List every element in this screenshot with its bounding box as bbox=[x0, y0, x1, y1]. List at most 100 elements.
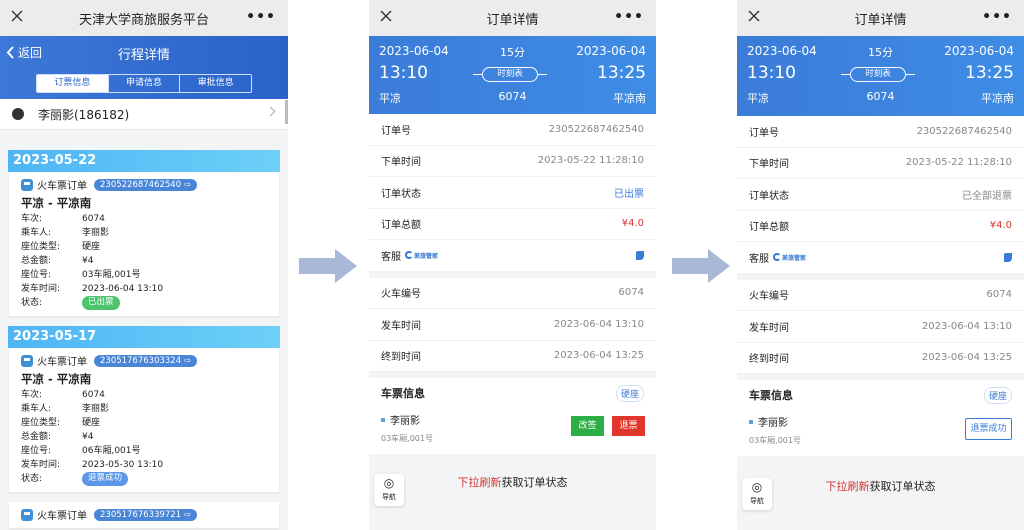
scrollbar[interactable] bbox=[285, 100, 288, 124]
refresh-hint-text: 获取订单状态 bbox=[869, 480, 936, 493]
change-ticket-button[interactable]: 改签 bbox=[571, 416, 604, 436]
train-info-section: 火车编号 6074 发车时间 2023-06-04 13:10 终到时间 2023-0… bbox=[737, 279, 1024, 374]
tab-application-info[interactable]: 申请信息 bbox=[107, 75, 180, 92]
refund-status-button[interactable]: 退票成功 bbox=[965, 418, 1012, 440]
schedule-button[interactable]: 时刻表 bbox=[850, 67, 906, 82]
row-value: 6074 bbox=[618, 287, 644, 299]
section-title: 车票信息 bbox=[749, 389, 793, 402]
order-number-badge[interactable]: 230517676339721 ⇨ bbox=[94, 508, 197, 521]
order-number: 230517676303324 bbox=[100, 355, 182, 366]
service-logo-text: 差旅管家 bbox=[414, 252, 439, 260]
row-label: 客服 bbox=[381, 251, 401, 263]
ticket-info-header: 车票信息 硬座 bbox=[737, 380, 1024, 410]
order-number-badge[interactable]: 230517676303324 ⇨ bbox=[94, 354, 197, 367]
order-card[interactable]: 火车票订单 230517676303324 ⇨ 平凉 - 平凉南 车次: 6074… bbox=[9, 348, 279, 492]
field-label: 发车时间: bbox=[21, 284, 61, 294]
phone-icon[interactable] bbox=[1004, 252, 1012, 262]
close-icon[interactable] bbox=[379, 9, 393, 23]
passenger-name: 李丽影(186182) bbox=[38, 107, 130, 122]
nav-label: 导航 bbox=[750, 497, 764, 505]
field-label: 座位号: bbox=[21, 446, 52, 456]
field-value: 6074 bbox=[82, 214, 105, 224]
footer: 下拉刷新获取订单状态 ◎ 导航 bbox=[737, 460, 1024, 530]
row-label: 火车编号 bbox=[749, 291, 789, 303]
order-card[interactable]: 火车票订单 230517676339721 ⇨ bbox=[9, 502, 279, 528]
row-label: 下单时间 bbox=[381, 157, 421, 169]
arrival-time-row: 终到时间 2023-06-04 13:25 bbox=[737, 343, 1024, 374]
field-label: 总金额: bbox=[21, 432, 52, 442]
field-value: 2023-05-30 13:10 bbox=[82, 460, 164, 470]
nav-button[interactable]: ◎ 导航 bbox=[374, 474, 404, 506]
departure-time-row: 发车时间 2023-06-04 13:10 bbox=[737, 311, 1024, 343]
customer-service-row[interactable]: 客服 差旅管家 bbox=[369, 240, 656, 272]
page-title: 订单详情 bbox=[854, 12, 907, 28]
user-icon bbox=[12, 108, 24, 120]
service-logo: 差旅管家 bbox=[773, 253, 806, 262]
row-value: ¥4.0 bbox=[989, 220, 1012, 232]
row-label: 订单总额 bbox=[749, 222, 789, 234]
customer-service-row[interactable]: 客服 差旅管家 bbox=[737, 242, 1024, 274]
service-logo: 差旅管家 bbox=[405, 251, 438, 260]
row-value: 已出票 bbox=[614, 188, 644, 200]
close-icon[interactable] bbox=[10, 9, 24, 23]
field-label: 车次: bbox=[21, 390, 43, 400]
row-value: 2023-06-04 13:25 bbox=[921, 352, 1012, 364]
tab-booking-info[interactable]: 订票信息 bbox=[37, 75, 108, 92]
service-logo-text: 差旅管家 bbox=[782, 254, 807, 262]
field-value: ¥4 bbox=[82, 256, 94, 266]
row-value: ¥4.0 bbox=[621, 218, 644, 230]
passenger-selector[interactable]: 李丽影(186182) bbox=[0, 99, 288, 130]
row-label: 终到时间 bbox=[381, 352, 421, 364]
order-route: 平凉 - 平凉南 bbox=[21, 372, 92, 386]
ticket-passenger: 李丽影 bbox=[381, 412, 644, 427]
order-number-badge[interactable]: 230522687462540 ⇨ bbox=[94, 178, 197, 191]
order-card[interactable]: 火车票订单 230522687462540 ⇨ 平凉 - 平凉南 车次: 6074… bbox=[9, 172, 279, 316]
arrival-date: 2023-06-04 bbox=[576, 44, 646, 58]
field-value: 2023-06-04 13:10 bbox=[82, 284, 164, 294]
close-icon[interactable] bbox=[747, 9, 761, 23]
arrow-right-icon bbox=[299, 249, 357, 283]
status-label: 状态: bbox=[21, 298, 43, 308]
itinerary-detail-screen: 天津大学商旅服务平台 ••• 返回 行程详情 订票信息 申请信息 审批信息 李丽… bbox=[0, 0, 288, 530]
tab-approval-info[interactable]: 审批信息 bbox=[179, 75, 251, 92]
more-menu-icon[interactable]: ••• bbox=[982, 9, 1012, 25]
section-title: 车票信息 bbox=[381, 387, 425, 400]
field-label: 座位类型: bbox=[21, 418, 61, 428]
ticket-info-header: 车票信息 硬座 bbox=[369, 378, 656, 408]
app-title-bar: 天津大学商旅服务平台 ••• bbox=[0, 0, 288, 36]
order-detail-screen-issued: 订单详情 ••• 2023-06-04 15分 2023-06-04 13:10… bbox=[369, 0, 656, 530]
order-number-row: 订单号 230522687462540 bbox=[369, 114, 656, 146]
row-label: 客服 bbox=[749, 253, 769, 265]
departure-time: 13:10 bbox=[379, 63, 428, 83]
field-value: 李丽影 bbox=[82, 228, 110, 238]
row-value: 2023-05-22 11:28:10 bbox=[905, 157, 1012, 169]
page-header: 返回 行程详情 订票信息 申请信息 审批信息 bbox=[0, 36, 288, 99]
field-label: 乘车人: bbox=[21, 228, 52, 238]
phone-icon[interactable] bbox=[636, 250, 644, 260]
train-icon bbox=[21, 508, 33, 521]
field-label: 座位号: bbox=[21, 270, 52, 280]
more-menu-icon[interactable]: ••• bbox=[246, 9, 276, 25]
status-badge: 已出票 bbox=[82, 296, 120, 310]
grid-icon: ◎ bbox=[383, 476, 395, 490]
order-info-section: 订单号 230522687462540 下单时间 2023-05-22 11:28:… bbox=[369, 114, 656, 272]
ticket-item: 李丽影 03车厢,001号 退票成功 bbox=[737, 410, 1024, 456]
row-value: 2023-06-04 13:10 bbox=[921, 320, 1012, 332]
more-menu-icon[interactable]: ••• bbox=[614, 9, 644, 25]
title-bar: 订单详情 ••• bbox=[369, 0, 656, 36]
row-value: 已全部退票 bbox=[962, 190, 1012, 202]
row-label: 订单状态 bbox=[749, 190, 789, 202]
refresh-hint-text: 获取订单状态 bbox=[501, 476, 568, 489]
nav-button[interactable]: ◎ 导航 bbox=[742, 478, 772, 510]
schedule-button[interactable]: 时刻表 bbox=[482, 67, 538, 82]
order-date-header: 2023-05-17 bbox=[8, 326, 280, 348]
train-number-row: 火车编号 6074 bbox=[737, 280, 1024, 311]
refund-ticket-button[interactable]: 退票 bbox=[612, 416, 645, 436]
seat-type-tag: 硬座 bbox=[615, 384, 644, 402]
order-date-header: 2023-05-22 bbox=[8, 150, 280, 172]
train-icon bbox=[21, 354, 33, 367]
arrival-time-row: 终到时间 2023-06-04 13:25 bbox=[369, 341, 656, 372]
page-title: 行程详情 bbox=[117, 48, 170, 63]
order-number: 230517676339721 bbox=[100, 509, 182, 520]
row-label: 下单时间 bbox=[749, 159, 789, 171]
